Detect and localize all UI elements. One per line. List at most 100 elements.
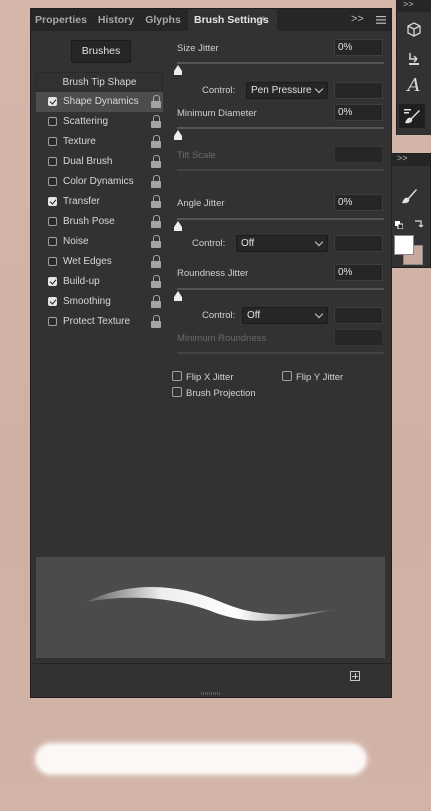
angle-jitter-label: Angle Jitter	[177, 198, 225, 209]
chevron-down-icon	[314, 237, 324, 247]
option-checkbox[interactable]	[48, 317, 57, 326]
flip-x-jitter-box	[172, 371, 182, 381]
flip-x-jitter-checkbox[interactable]: Flip X Jitter	[172, 371, 234, 383]
option-brush-pose[interactable]: Brush Pose	[36, 212, 163, 232]
lock-icon[interactable]	[150, 235, 162, 249]
angle-jitter-slider[interactable]	[177, 218, 384, 220]
glyphs-icon[interactable]: A	[403, 76, 425, 96]
option-checkbox[interactable]	[48, 137, 57, 146]
control-select-2-value: Off	[241, 238, 255, 249]
control-select-1-value: Pen Pressure	[251, 85, 312, 96]
collapse-icon[interactable]: >>	[351, 9, 364, 31]
lock-icon[interactable]	[150, 315, 162, 329]
option-label: Smoothing	[63, 296, 111, 307]
chevron-down-icon	[314, 309, 324, 319]
lock-icon[interactable]	[150, 135, 162, 149]
flip-x-jitter-label: Flip X Jitter	[186, 372, 234, 383]
option-transfer[interactable]: Transfer	[36, 192, 163, 212]
lock-icon[interactable]	[150, 275, 162, 289]
lock-icon[interactable]	[150, 115, 162, 129]
option-checkbox[interactable]	[48, 217, 57, 226]
3d-icon[interactable]	[403, 22, 425, 42]
minimum-diameter-field[interactable]: 0%	[334, 104, 383, 121]
lock-icon[interactable]	[150, 95, 162, 109]
history-icon[interactable]	[403, 51, 425, 71]
option-scattering[interactable]: Scattering	[36, 112, 163, 132]
option-checkbox[interactable]	[48, 197, 57, 206]
lock-icon[interactable]	[150, 155, 162, 169]
tab-history[interactable]: History	[94, 9, 138, 31]
control-field-3[interactable]	[334, 307, 383, 324]
roundness-jitter-slider[interactable]	[177, 288, 384, 290]
option-checkbox[interactable]	[48, 297, 57, 306]
lock-icon[interactable]	[150, 295, 162, 309]
lock-icon[interactable]	[150, 195, 162, 209]
control-field-2[interactable]	[334, 235, 383, 252]
option-build-up[interactable]: Build-up	[36, 272, 163, 292]
brush-projection-checkbox[interactable]: Brush Projection	[172, 387, 256, 399]
new-brush-icon[interactable]	[350, 671, 360, 681]
option-checkbox[interactable]	[48, 277, 57, 286]
angle-jitter-field[interactable]: 0%	[334, 194, 383, 211]
size-jitter-label: Size Jitter	[177, 43, 219, 54]
lock-icon[interactable]	[150, 215, 162, 229]
flip-y-jitter-checkbox[interactable]: Flip Y Jitter	[282, 371, 343, 383]
minimum-diameter-label: Minimum Diameter	[177, 108, 257, 119]
option-label: Brush Pose	[63, 216, 115, 227]
option-label: Shape Dynamics	[63, 96, 139, 107]
collapse-icon[interactable]: >>	[403, 0, 414, 9]
brushes-button[interactable]: Brushes	[71, 40, 131, 63]
option-checkbox[interactable]	[48, 177, 57, 186]
brush-tip-shape-item[interactable]: Brush Tip Shape	[36, 72, 163, 91]
stroke-preview-image	[86, 587, 336, 621]
tilt-scale-field	[334, 146, 383, 163]
control-select-2[interactable]: Off	[236, 235, 328, 252]
option-shape-dynamics[interactable]: Shape Dynamics	[36, 92, 163, 112]
chevron-down-icon	[314, 84, 324, 94]
resize-grip[interactable]	[201, 692, 221, 695]
collapse-icon[interactable]: >>	[397, 153, 408, 163]
option-color-dynamics[interactable]: Color Dynamics	[36, 172, 163, 192]
control-select-1[interactable]: Pen Pressure	[246, 82, 328, 99]
option-checkbox[interactable]	[48, 157, 57, 166]
swap-colors-icon[interactable]	[414, 215, 424, 228]
control-label-1: Control:	[202, 85, 236, 96]
tab-bar: Properties History Glyphs Brush Settings…	[31, 9, 391, 31]
control-field-1[interactable]	[334, 82, 383, 99]
option-label: Protect Texture	[63, 316, 131, 327]
option-checkbox[interactable]	[48, 97, 57, 106]
option-texture[interactable]: Texture	[36, 132, 163, 152]
option-protect-texture[interactable]: Protect Texture	[36, 312, 163, 332]
brush-tool-icon[interactable]	[398, 184, 420, 204]
foreground-color-swatch[interactable]	[394, 235, 414, 255]
panel-menu-icon[interactable]	[376, 9, 386, 31]
tab-glyphs[interactable]: Glyphs	[142, 9, 184, 31]
roundness-jitter-field[interactable]: 0%	[334, 264, 383, 281]
size-jitter-slider[interactable]	[177, 62, 384, 64]
tab-properties[interactable]: Properties	[31, 9, 91, 31]
minimum-diameter-slider[interactable]	[177, 127, 384, 129]
control-select-3[interactable]: Off	[242, 307, 328, 324]
option-noise[interactable]: Noise	[36, 232, 163, 252]
roundness-jitter-label: Roundness Jitter	[177, 268, 249, 279]
flip-y-jitter-box	[282, 371, 292, 381]
option-smoothing[interactable]: Smoothing	[36, 292, 163, 312]
option-wet-edges[interactable]: Wet Edges	[36, 252, 163, 272]
lock-icon[interactable]	[150, 175, 162, 189]
option-checkbox[interactable]	[48, 257, 57, 266]
minimum-roundness-field	[334, 329, 383, 346]
lock-icon[interactable]	[150, 255, 162, 269]
option-checkbox[interactable]	[48, 237, 57, 246]
control-select-3-value: Off	[247, 310, 261, 321]
minimum-roundness-label: Minimum Roundness	[177, 333, 267, 344]
option-label: Noise	[63, 236, 89, 247]
brush-settings-icon[interactable]	[399, 104, 425, 128]
close-tab-icon[interactable]: ×	[259, 9, 265, 31]
option-checkbox[interactable]	[48, 117, 57, 126]
dock-panel-2: >>	[391, 153, 431, 268]
panel-footer-divider	[31, 663, 391, 664]
size-jitter-field[interactable]: 0%	[334, 39, 383, 56]
option-dual-brush[interactable]: Dual Brush	[36, 152, 163, 172]
default-colors-icon[interactable]	[395, 216, 404, 230]
dock-panel-1: >> A	[396, 0, 431, 135]
